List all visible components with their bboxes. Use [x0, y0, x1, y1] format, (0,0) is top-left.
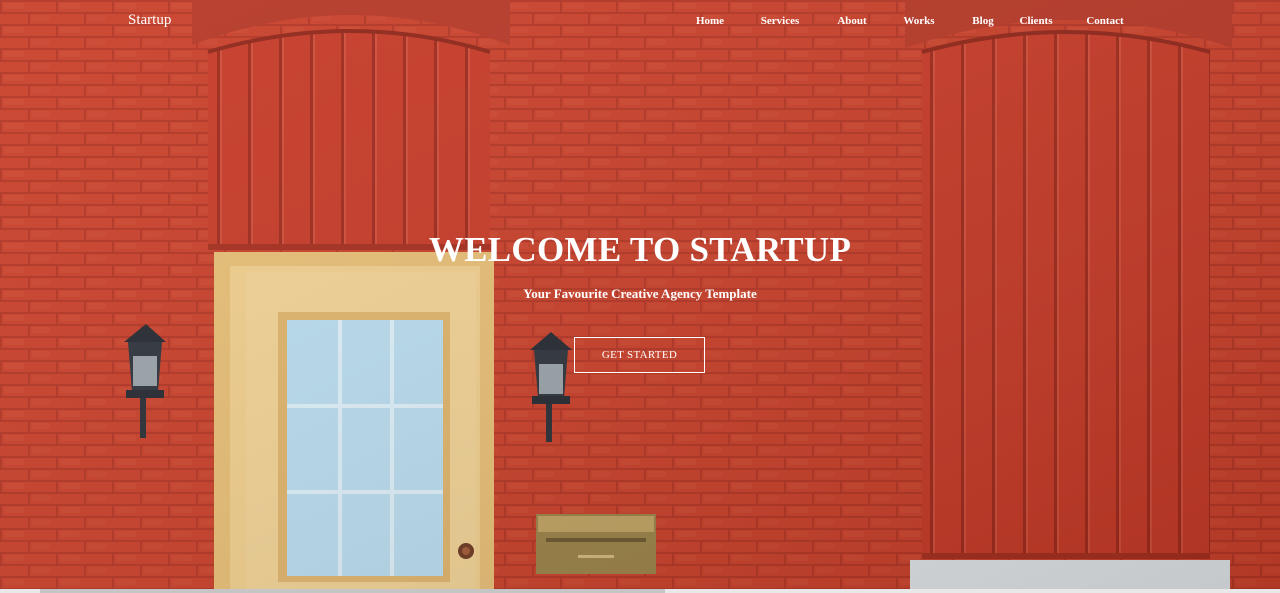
nav-item-contact[interactable]: Contact: [1057, 15, 1153, 27]
nav-item-about[interactable]: About: [817, 15, 887, 27]
hero-content: WELCOME TO STARTUP Your Favourite Creati…: [0, 228, 1280, 302]
hero-title: WELCOME TO STARTUP: [428, 230, 852, 269]
top-navbar: Startup Home Services About Works Blog C…: [0, 0, 1280, 44]
nav-item-works[interactable]: Works: [887, 15, 951, 27]
nav-item-services[interactable]: Services: [743, 15, 817, 27]
nav-item-home[interactable]: Home: [677, 15, 743, 27]
hero-subtitle: Your Favourite Creative Agency Template: [523, 286, 757, 301]
scrollbar-thumb[interactable]: [40, 589, 665, 593]
get-started-button[interactable]: GET STARTED: [574, 337, 705, 373]
main-menu: Home Services About Works Blog Clients C…: [677, 15, 1153, 27]
nav-item-blog[interactable]: Blog: [951, 15, 1015, 27]
nav-item-clients[interactable]: Clients: [1015, 15, 1057, 27]
brand-logo[interactable]: Startup: [128, 12, 171, 29]
horizontal-scrollbar[interactable]: [0, 589, 1280, 593]
